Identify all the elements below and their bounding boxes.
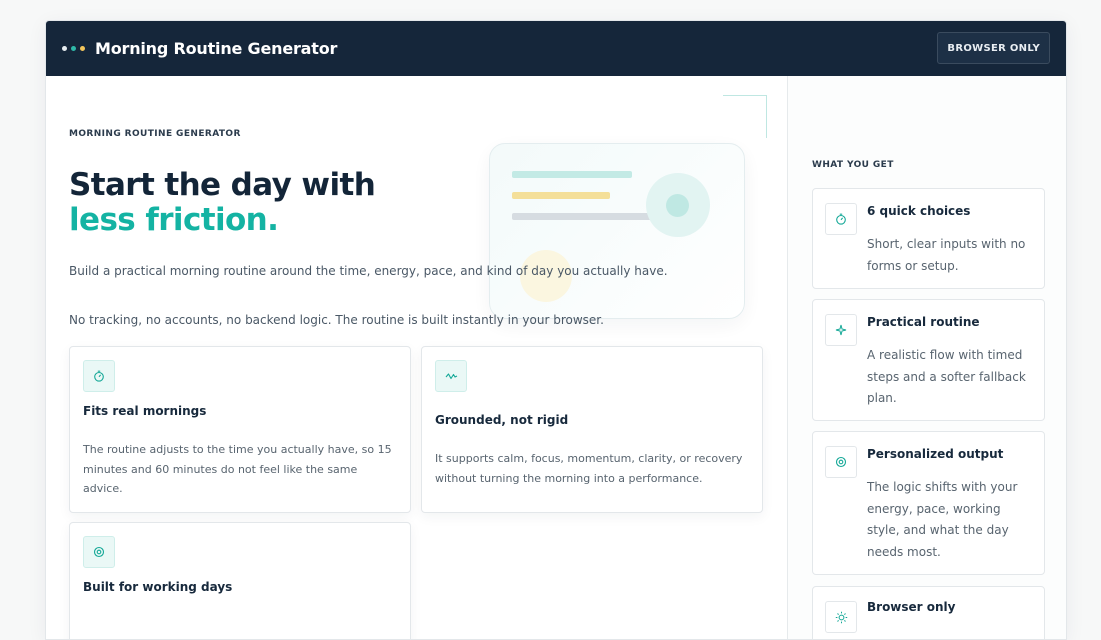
benefit-description: The logic shifts with your energy, pace,… — [867, 480, 1018, 559]
illustration-dot — [666, 194, 689, 217]
target-icon — [83, 536, 115, 568]
app-window: Morning Routine Generator BROWSER ONLY M… — [45, 20, 1067, 640]
brand-dot — [71, 46, 76, 51]
stopwatch-icon — [825, 203, 857, 235]
target-icon — [825, 446, 857, 478]
eyebrow-label: MORNING ROUTINE GENERATOR — [69, 129, 241, 139]
browser-only-button[interactable]: BROWSER ONLY — [937, 32, 1050, 64]
decorative-corner — [723, 95, 767, 138]
sidebar-heading: WHAT YOU GET — [812, 160, 894, 170]
benefit-title: Personalized output — [867, 447, 1004, 461]
brand-dot — [80, 46, 85, 51]
sidebar-benefit-card: 6 quick choices Short, clear inputs with… — [812, 188, 1045, 289]
top-bar: Morning Routine Generator BROWSER ONLY — [46, 21, 1066, 76]
stopwatch-icon — [83, 360, 115, 392]
benefit-title: Practical routine — [867, 315, 980, 329]
main-content: MORNING ROUTINE GENERATOR Start the day … — [46, 76, 787, 639]
feature-description: The routine adjusts to the time you actu… — [83, 443, 392, 495]
feature-card: Fits real mornings The routine adjusts t… — [69, 346, 411, 513]
sidebar-benefit-card: Browser only — [812, 586, 1045, 639]
feature-title: Built for working days — [83, 580, 233, 594]
headline-line-2: less friction. — [69, 202, 279, 238]
benefit-title: Browser only — [867, 600, 956, 614]
sidebar-benefit-card: Personalized output The logic shifts wit… — [812, 431, 1045, 575]
sidebar-benefit-card: Practical routine A realistic flow with … — [812, 299, 1045, 421]
feature-title: Fits real mornings — [83, 404, 207, 418]
headline-line-1: Start the day with — [69, 167, 376, 203]
feature-card: Built for working days — [69, 522, 411, 639]
lead-text: Build a practical morning routine around… — [69, 264, 668, 278]
page-title: Start the day with less friction. — [69, 167, 376, 238]
feature-description: It supports calm, focus, momentum, clari… — [435, 452, 743, 485]
feature-title: Grounded, not rigid — [435, 413, 569, 427]
benefit-description: A realistic flow with timed steps and a … — [867, 348, 1026, 405]
illustration-bar — [512, 171, 632, 178]
sidebar: WHAT YOU GET 6 quick choices Short, clea… — [787, 76, 1066, 639]
wave-icon — [435, 360, 467, 392]
illustration-bar — [512, 192, 610, 199]
benefit-title: 6 quick choices — [867, 204, 971, 218]
feature-card: Grounded, not rigid It supports calm, fo… — [421, 346, 763, 513]
hero-illustration — [489, 143, 745, 319]
app-title: Morning Routine Generator — [95, 39, 338, 58]
sun-icon — [825, 601, 857, 633]
brand-dots — [62, 46, 85, 51]
sparkle-icon — [825, 314, 857, 346]
benefit-description: Short, clear inputs with no forms or set… — [867, 237, 1026, 273]
privacy-note: No tracking, no accounts, no backend log… — [69, 313, 604, 327]
brand-dot — [62, 46, 67, 51]
